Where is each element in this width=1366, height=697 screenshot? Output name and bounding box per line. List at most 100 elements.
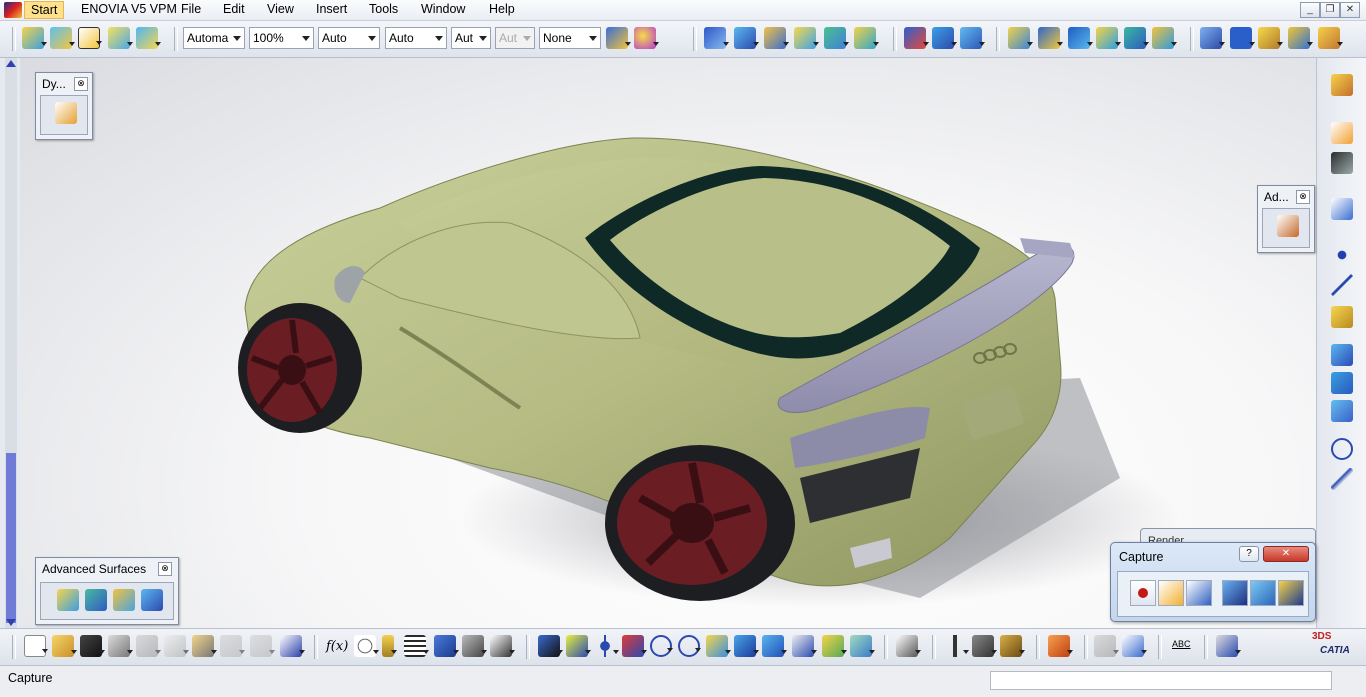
wrap-curve-icon[interactable] xyxy=(85,589,107,611)
publication-icon[interactable] xyxy=(1288,27,1313,49)
boundary-icon[interactable] xyxy=(1008,27,1033,49)
save-icon[interactable] xyxy=(80,635,105,657)
comment-icon[interactable] xyxy=(354,635,379,657)
circle-icon[interactable] xyxy=(1331,438,1353,460)
parameter-icon[interactable] xyxy=(490,635,515,657)
menu-view[interactable]: View xyxy=(267,2,294,16)
wrap-surface-icon[interactable] xyxy=(113,589,135,611)
image-editor-icon[interactable] xyxy=(1278,580,1304,606)
spline-icon[interactable] xyxy=(1331,468,1353,490)
knowledge-icon[interactable] xyxy=(1318,27,1343,49)
palette-close-icon[interactable]: ⊗ xyxy=(1296,190,1310,204)
workbench-icon[interactable] xyxy=(1331,74,1353,96)
capture-options-icon[interactable] xyxy=(1186,580,1212,606)
select-arrow-icon[interactable] xyxy=(1331,122,1353,144)
translate-icon[interactable] xyxy=(1096,27,1121,49)
advanced-sketch-icon[interactable] xyxy=(1277,215,1299,237)
shading-icon[interactable] xyxy=(792,635,817,657)
plane-tool-icon[interactable] xyxy=(1331,306,1353,328)
sketcher-icon[interactable] xyxy=(1331,198,1353,220)
revolve-icon[interactable] xyxy=(136,27,161,49)
command-input[interactable] xyxy=(990,671,1332,690)
pattern-combo[interactable]: None xyxy=(539,27,601,49)
pan-icon[interactable] xyxy=(594,635,619,657)
zoom-combo[interactable]: 100% xyxy=(249,27,314,49)
redo-icon[interactable] xyxy=(250,635,275,657)
grid-icon[interactable] xyxy=(704,27,729,49)
menu-enovia[interactable]: ENOVIA V5 VPM xyxy=(81,2,177,16)
part-body-icon[interactable] xyxy=(1122,635,1147,657)
menu-insert[interactable]: Insert xyxy=(316,2,347,16)
rotate-icon[interactable] xyxy=(1124,27,1149,49)
symmetry-icon[interactable] xyxy=(1152,27,1177,49)
offset-icon[interactable] xyxy=(854,27,879,49)
menu-edit[interactable]: Edit xyxy=(223,2,245,16)
menu-start[interactable]: Start xyxy=(24,1,65,19)
lock-icon[interactable] xyxy=(462,635,487,657)
catia-app-icon[interactable] xyxy=(4,2,22,18)
fly-mode-icon[interactable] xyxy=(538,635,563,657)
catalog-browser-icon[interactable] xyxy=(1094,635,1119,657)
hide-show-icon[interactable] xyxy=(822,635,847,657)
fillet-icon[interactable] xyxy=(1068,27,1093,49)
pattern-grid-icon[interactable] xyxy=(1230,27,1255,49)
knowledge-advisor-icon[interactable] xyxy=(382,635,397,657)
multi-view-icon[interactable] xyxy=(734,635,759,657)
scrollbar-thumb[interactable] xyxy=(6,453,16,623)
open-folder-icon[interactable] xyxy=(52,635,77,657)
surface-fill-icon[interactable] xyxy=(1331,400,1353,422)
shape-morphing-icon[interactable] xyxy=(141,589,163,611)
record-icon[interactable] xyxy=(1130,580,1156,606)
point-tool-icon[interactable] xyxy=(1331,244,1353,266)
line-icon[interactable] xyxy=(50,27,75,49)
point-icon[interactable] xyxy=(22,27,47,49)
palette-close-icon[interactable]: ⊗ xyxy=(158,562,172,576)
surface-blend-icon[interactable] xyxy=(1331,372,1353,394)
swap-visible-icon[interactable] xyxy=(850,635,875,657)
snapshot-icon[interactable] xyxy=(1222,580,1248,606)
print-icon[interactable] xyxy=(108,635,133,657)
capture-close-button[interactable]: ✕ xyxy=(1263,546,1309,562)
compass-icon[interactable] xyxy=(896,635,921,657)
palette-close-icon[interactable]: ⊗ xyxy=(74,77,88,91)
move-icon[interactable] xyxy=(1331,152,1353,174)
thickness-combo[interactable]: Aut xyxy=(451,27,491,49)
law-icon[interactable] xyxy=(434,635,459,657)
measure-between-icon[interactable] xyxy=(944,635,969,657)
sketch-analysis-icon[interactable] xyxy=(1216,635,1241,657)
iso-view-icon[interactable] xyxy=(762,635,787,657)
paintbrush-icon[interactable] xyxy=(606,27,631,49)
measure-item-icon[interactable] xyxy=(972,635,997,657)
paste-icon[interactable] xyxy=(192,635,217,657)
join-icon[interactable] xyxy=(904,27,929,49)
whats-this-icon[interactable] xyxy=(280,635,305,657)
select-mode-icon[interactable] xyxy=(1158,580,1184,606)
sweep-icon[interactable] xyxy=(734,27,759,49)
formula-button[interactable]: f(x) xyxy=(326,639,348,654)
fit-all-icon[interactable] xyxy=(566,635,591,657)
line-tool-icon[interactable] xyxy=(1331,274,1353,296)
menu-file[interactable]: File xyxy=(181,2,201,16)
extract-icon[interactable] xyxy=(1038,27,1063,49)
help-button[interactable]: ? xyxy=(1239,546,1259,562)
split-icon[interactable] xyxy=(932,27,957,49)
zoom-out-icon[interactable] xyxy=(678,635,701,657)
image-album-icon[interactable] xyxy=(1250,580,1276,606)
design-table-icon[interactable] xyxy=(404,635,429,657)
layer-combo[interactable]: Auto xyxy=(318,27,380,49)
extrude-icon[interactable] xyxy=(108,27,133,49)
render-style-combo[interactable]: Automa xyxy=(183,27,245,49)
undo-icon[interactable] xyxy=(220,635,245,657)
sketch-hand-icon[interactable] xyxy=(55,102,77,124)
fill-icon[interactable] xyxy=(794,27,819,49)
close-button[interactable]: ✕ xyxy=(1340,2,1360,18)
camera-icon[interactable] xyxy=(1048,635,1073,657)
bump-icon[interactable] xyxy=(57,589,79,611)
restore-button[interactable]: ❐ xyxy=(1320,2,1340,18)
zoom-in-icon[interactable] xyxy=(650,635,673,657)
repetition-icon[interactable] xyxy=(1200,27,1225,49)
copy-icon[interactable] xyxy=(164,635,189,657)
measure-inertia-icon[interactable] xyxy=(1000,635,1025,657)
rotate-view-icon[interactable] xyxy=(622,635,647,657)
properties-painter-icon[interactable] xyxy=(634,27,659,49)
